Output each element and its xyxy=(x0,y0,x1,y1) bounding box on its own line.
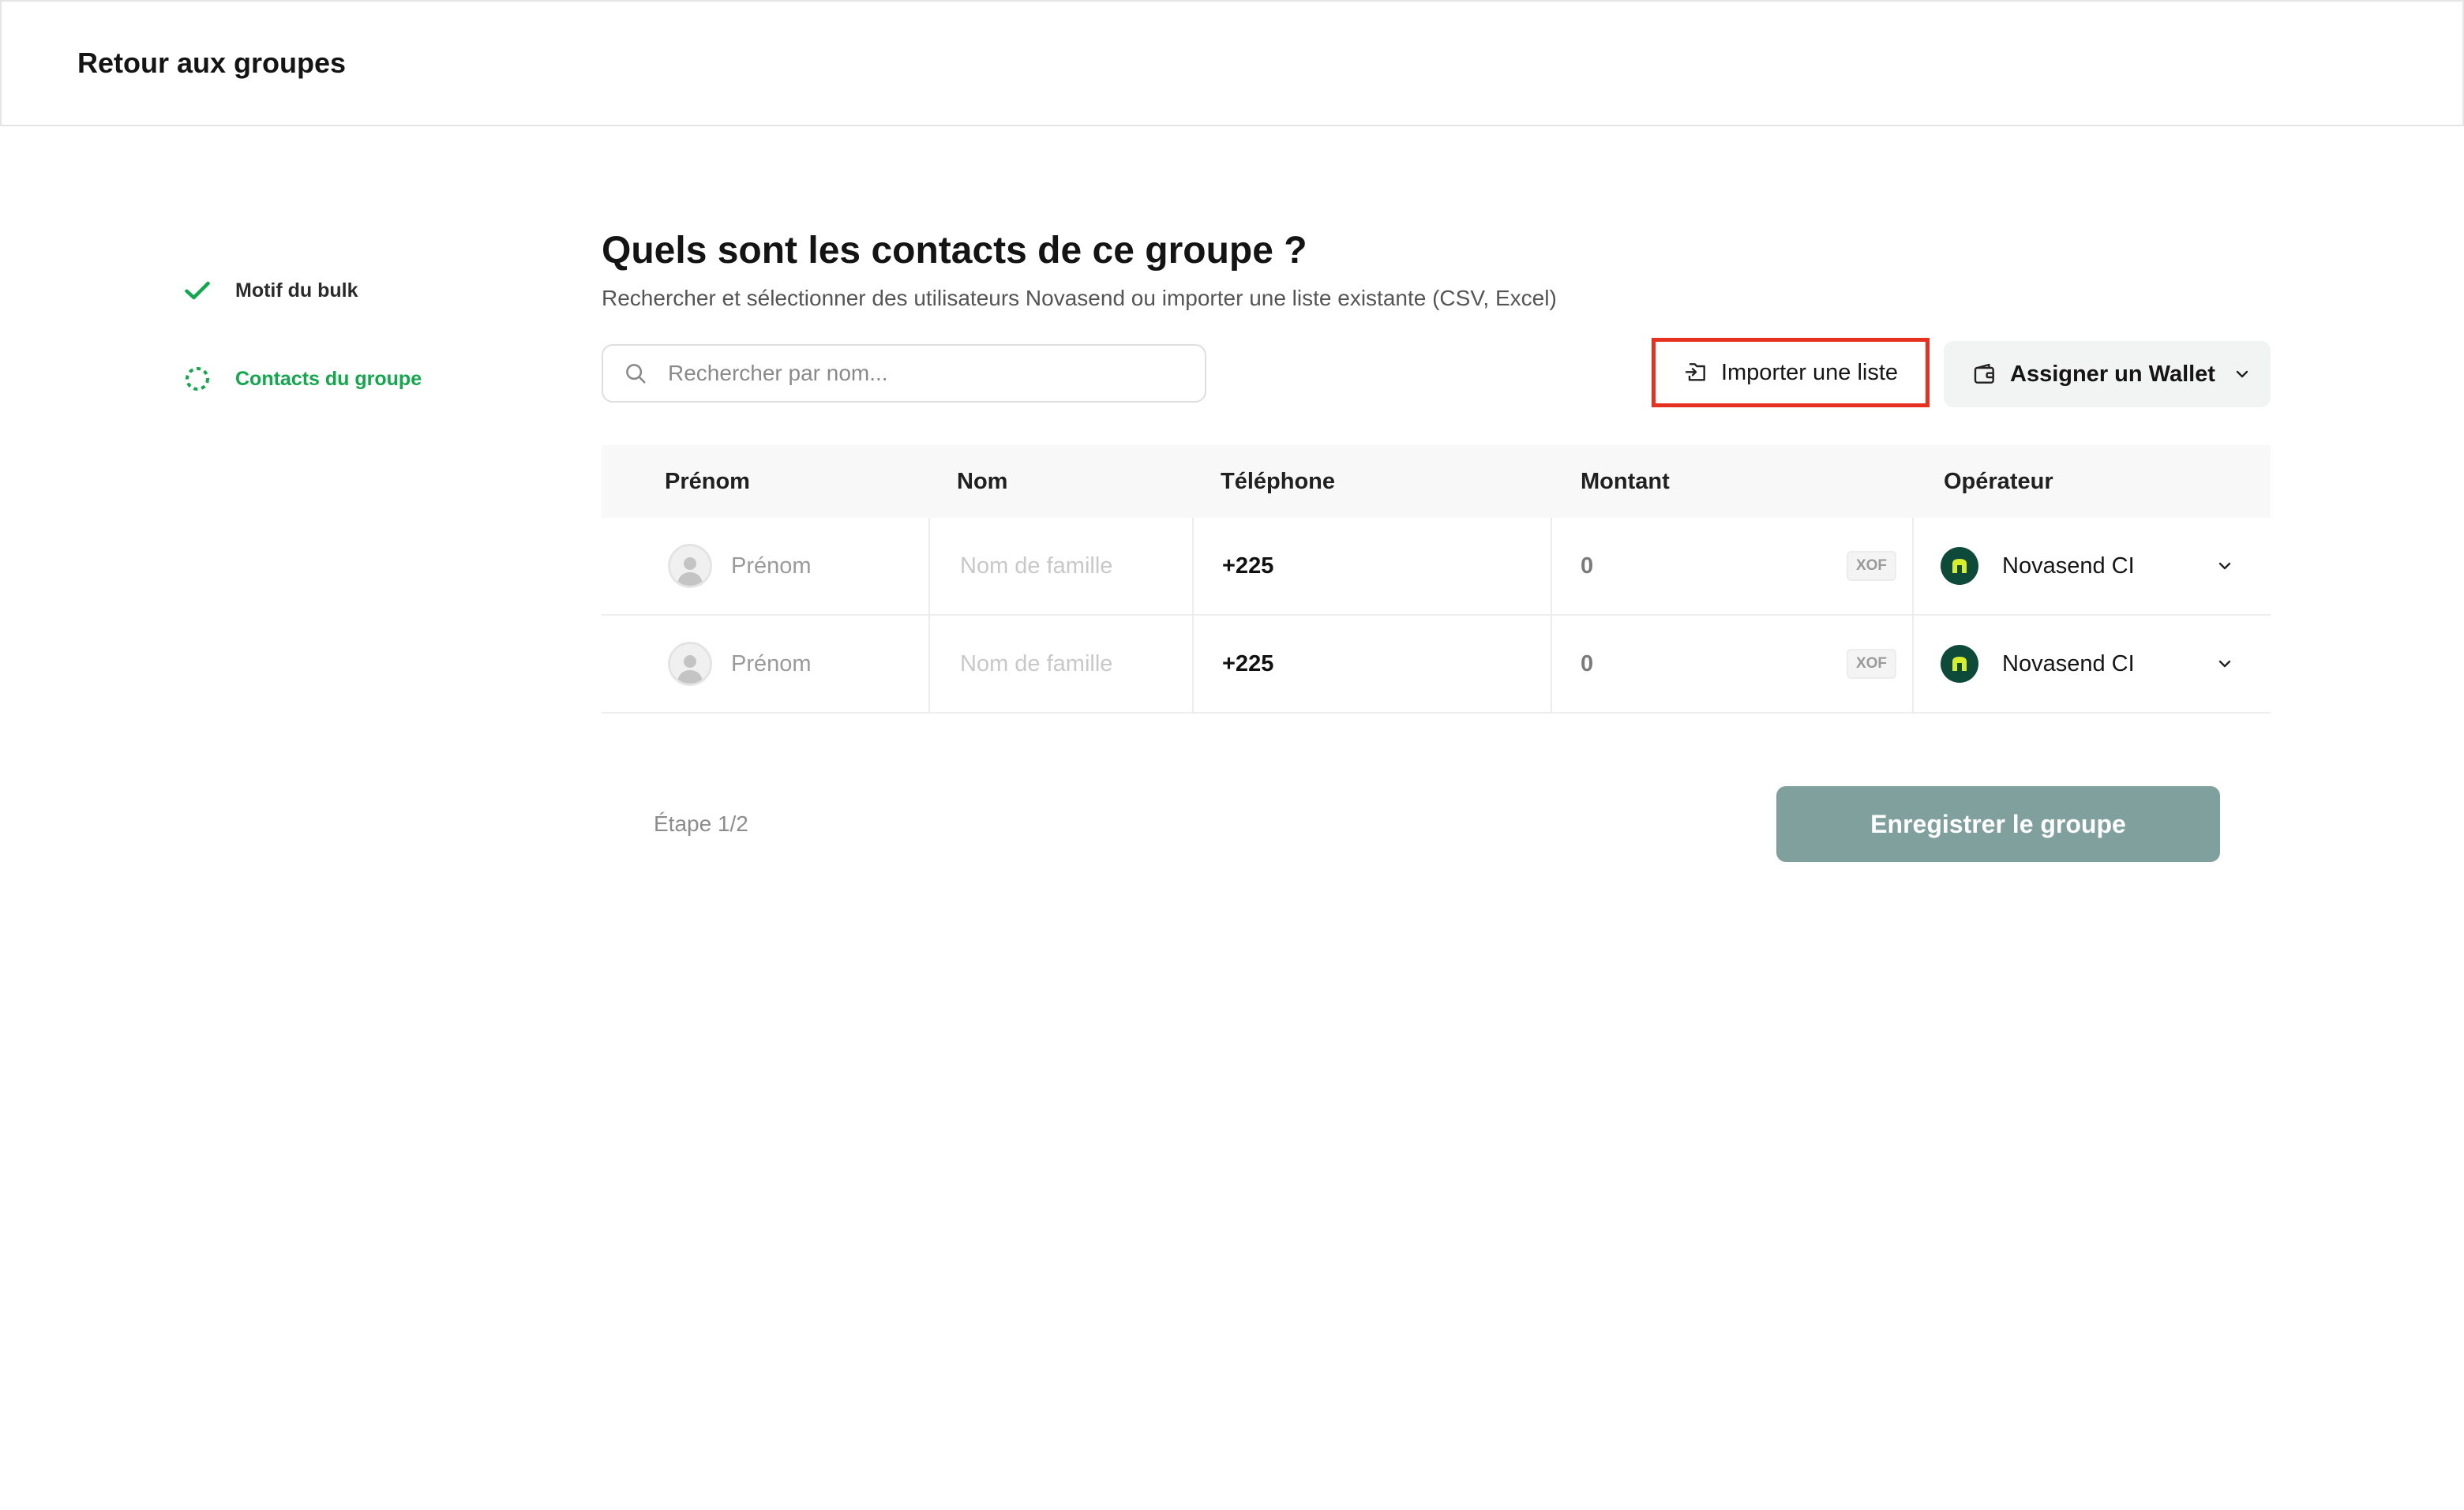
chevron-down-icon xyxy=(2233,365,2252,384)
search-icon xyxy=(624,362,647,385)
currency-badge: XOF xyxy=(1846,649,1896,679)
search-box[interactable] xyxy=(602,344,1206,403)
table-row: Prénom Nom de famille +225 0 XOF Novasen… xyxy=(602,616,2271,714)
col-header-last-name: Nom xyxy=(957,469,1008,494)
import-list-label: Importer une liste xyxy=(1720,359,1899,385)
avatar xyxy=(668,642,712,686)
step-label: Motif du bulk xyxy=(235,279,358,302)
last-name-placeholder[interactable]: Nom de famille xyxy=(960,553,1112,579)
novasend-logo-icon xyxy=(1941,645,1978,683)
phone-value[interactable]: +225 xyxy=(1222,651,1273,677)
last-name-cell[interactable]: Nom de famille xyxy=(960,616,1112,712)
save-group-button[interactable]: Enregistrer le groupe xyxy=(1776,786,2220,862)
col-header-amount: Montant xyxy=(1581,469,1670,494)
phone-cell[interactable]: +225 xyxy=(1222,616,1273,712)
operator-name: Novasend CI xyxy=(2002,553,2135,579)
import-list-button[interactable]: Importer une liste xyxy=(1652,338,1930,407)
avatar xyxy=(668,544,712,588)
first-name-cell[interactable]: Prénom xyxy=(668,518,812,614)
operator-name: Novasend CI xyxy=(2002,650,2135,676)
page-subtitle: Rechercher et sélectionner des utilisate… xyxy=(602,286,1557,310)
amount-value[interactable]: 0 xyxy=(1581,651,1593,677)
col-header-phone: Téléphone xyxy=(1221,469,1336,494)
amount-cell[interactable]: 0 XOF xyxy=(1581,616,1896,712)
search-input[interactable] xyxy=(666,360,1143,387)
step-contacts[interactable]: Contacts du groupe xyxy=(183,365,422,393)
step-counter: Étape 1/2 xyxy=(654,811,748,836)
amount-cell[interactable]: 0 XOF xyxy=(1581,518,1896,614)
last-name-cell[interactable]: Nom de famille xyxy=(960,518,1112,614)
check-icon xyxy=(183,276,212,305)
first-name-placeholder[interactable]: Prénom xyxy=(731,553,812,579)
first-name-placeholder[interactable]: Prénom xyxy=(731,651,812,677)
step-motif[interactable]: Motif du bulk xyxy=(183,276,358,305)
operator-select[interactable]: Novasend CI xyxy=(1941,616,2256,712)
phone-cell[interactable]: +225 xyxy=(1222,518,1273,614)
novasend-logo-icon xyxy=(1941,547,1978,585)
top-bar: Retour aux groupes xyxy=(0,0,2464,126)
step-label: Contacts du groupe xyxy=(235,367,422,390)
table-header: Prénom Nom Téléphone Montant Opérateur xyxy=(602,445,2271,518)
assign-wallet-button[interactable]: Assigner un Wallet xyxy=(1944,341,2271,407)
contacts-table: Prénom Nom Téléphone Montant Opérateur P… xyxy=(602,445,2271,714)
back-to-groups-link[interactable]: Retour aux groupes xyxy=(77,41,346,85)
col-header-operator: Opérateur xyxy=(1944,469,2053,494)
operator-select[interactable]: Novasend CI xyxy=(1941,518,2256,614)
phone-value[interactable]: +225 xyxy=(1222,553,1273,579)
file-import-icon xyxy=(1683,360,1708,385)
table-row: Prénom Nom de famille +225 0 XOF Novasen… xyxy=(602,518,2271,616)
assign-wallet-label: Assigner un Wallet xyxy=(2010,361,2215,387)
last-name-placeholder[interactable]: Nom de famille xyxy=(960,651,1112,677)
col-header-first-name: Prénom xyxy=(665,469,750,494)
first-name-cell[interactable]: Prénom xyxy=(668,616,812,712)
currency-badge: XOF xyxy=(1846,551,1896,581)
dashed-circle-icon xyxy=(183,365,212,393)
page-title: Quels sont les contacts de ce groupe ? xyxy=(602,230,1307,272)
chevron-down-icon xyxy=(2215,556,2234,575)
chevron-down-icon xyxy=(2215,654,2234,673)
amount-value[interactable]: 0 xyxy=(1581,553,1593,579)
wallet-icon xyxy=(1972,362,1997,387)
